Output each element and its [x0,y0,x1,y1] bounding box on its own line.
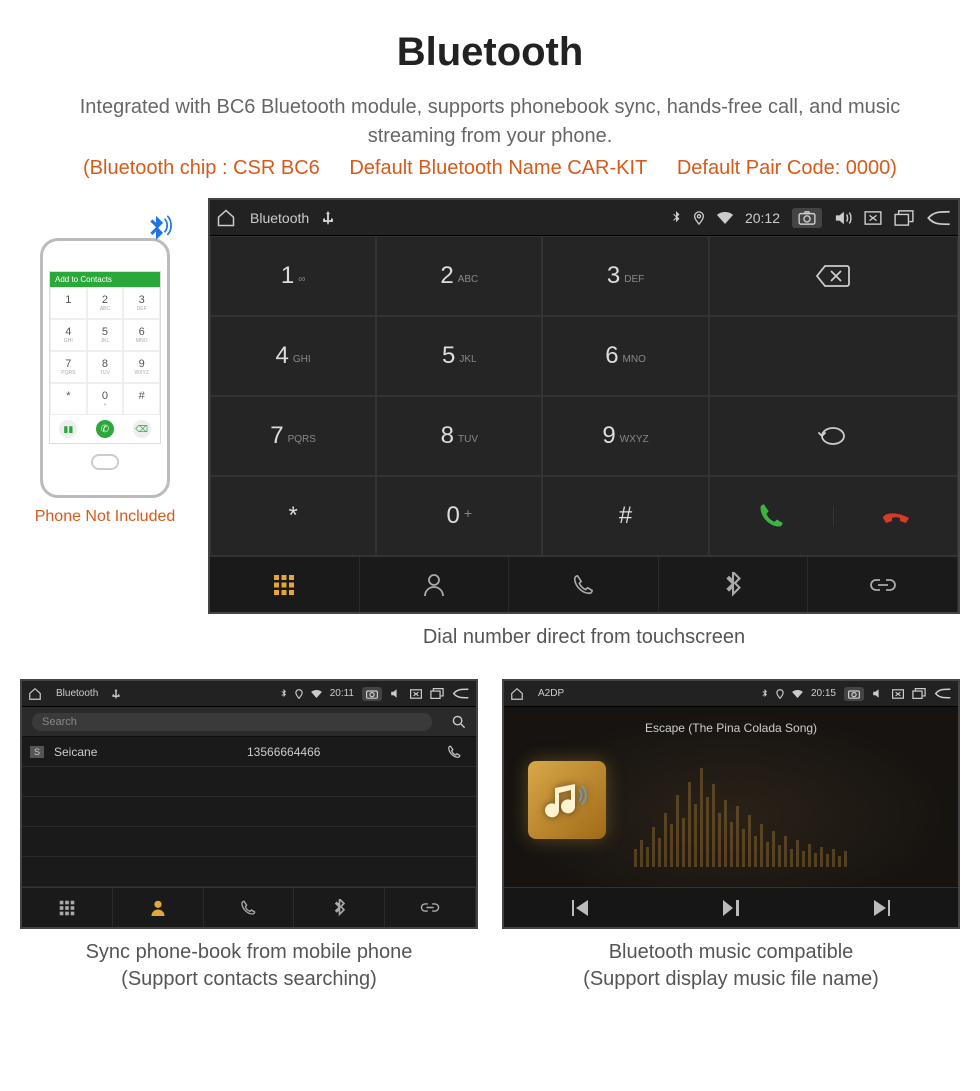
clock-label: 20:12 [745,210,780,226]
dialer-title: Bluetooth [250,210,309,226]
dialer-topbar: Bluetooth 20:12 [210,200,958,236]
home-icon[interactable] [216,208,236,228]
pb-tab-bluetooth[interactable] [294,888,385,927]
song-title: Escape (The Pina Colada Song) [504,721,958,735]
dialer-device: Bluetooth 20:12 1∞ 2ABC 3D [208,198,960,614]
prev-track-button[interactable] [504,888,655,927]
page-title: Bluetooth [0,0,980,93]
pb-location-icon [295,689,303,699]
dial-key-hash[interactable]: # [542,476,708,556]
phonebook-search-input[interactable]: Search [32,713,432,731]
music-caption: Bluetooth music compatible(Support displ… [502,929,960,1011]
volume-icon[interactable] [834,210,852,226]
spec-line: (Bluetooth chip : CSR BC6 Default Blueto… [0,151,980,198]
dial-key-4[interactable]: 4GHI [210,316,376,396]
location-icon [693,211,705,225]
backspace-button[interactable] [709,236,958,316]
dial-empty-1 [709,316,958,396]
pb-usb-icon [112,689,120,699]
next-track-button[interactable] [807,888,958,927]
contact-number: 13566664466 [247,745,440,759]
hangup-button[interactable] [833,506,957,526]
pb-tab-contacts[interactable] [113,888,204,927]
dial-key-1[interactable]: 1∞ [210,236,376,316]
phonebook-caption: Sync phone-book from mobile phone(Suppor… [20,929,478,1011]
dial-key-6[interactable]: 6MNO [542,316,708,396]
mu-back-icon[interactable] [934,688,952,699]
spec-code: Default Pair Code: 0000) [677,157,897,179]
recents-icon[interactable] [894,210,914,226]
mu-wifi-icon [792,690,803,698]
phone-mockup-column: Add to Contacts 1 2ABC3DEF 4GHI5JKL6MNO … [20,238,190,526]
tab-bluetooth[interactable] [659,557,809,612]
dial-key-5[interactable]: 5JKL [376,316,542,396]
wifi-icon [717,212,733,224]
pb-close-icon[interactable] [410,689,422,699]
dial-key-0[interactable]: 0+ [376,476,542,556]
search-icon[interactable] [442,715,476,729]
pb-screenshot-icon[interactable] [362,687,382,701]
mu-bt-status-icon [761,689,768,699]
phone-not-included-label: Phone Not Included [20,508,190,526]
screenshot-icon[interactable] [792,208,822,228]
music-visualizer: Escape (The Pina Colada Song) [504,707,958,887]
dial-pad: 1∞ 2ABC 3DEF 4GHI 5JKL 6MNO 7PQRS 8TUV 9… [210,236,958,556]
pb-recents-icon[interactable] [430,688,444,699]
contact-row[interactable]: S Seicane 13566664466 [22,737,476,767]
redial-button[interactable] [709,396,958,476]
usb-icon [323,211,333,225]
pb-volume-icon[interactable] [390,688,402,699]
album-art [528,761,606,839]
dial-key-2[interactable]: 2ABC [376,236,542,316]
music-device: A2DP 20:15 Escape (The Pina Colada Song) [502,679,960,929]
mu-recents-icon[interactable] [912,688,926,699]
dialer-nav-tabs [210,556,958,612]
tab-pair[interactable] [808,557,958,612]
tab-contacts[interactable] [360,557,510,612]
dial-key-3[interactable]: 3DEF [542,236,708,316]
call-contact-icon[interactable] [440,745,468,759]
pb-back-icon[interactable] [452,688,470,699]
pb-clock: 20:11 [330,688,354,699]
dialer-caption: Dial number direct from touchscreen [208,614,960,669]
dial-key-8[interactable]: 8TUV [376,396,542,476]
phonebook-device: Bluetooth 20:11 Search [20,679,478,929]
mu-home-icon[interactable] [510,687,524,701]
phone-device: Add to Contacts 1 2ABC3DEF 4GHI5JKL6MNO … [40,238,170,498]
mu-clock: 20:15 [811,688,836,699]
bluetooth-signal-icon [139,213,173,247]
close-app-icon[interactable] [864,211,882,225]
mu-title: A2DP [538,688,564,699]
dial-key-7[interactable]: 7PQRS [210,396,376,476]
contact-tag: S [30,746,44,758]
mu-volume-icon[interactable] [872,688,884,699]
dial-key-9[interactable]: 9WXYZ [542,396,708,476]
spec-name: Default Bluetooth Name CAR-KIT [349,157,647,179]
pb-tab-pair[interactable] [385,888,476,927]
play-pause-button[interactable] [655,888,806,927]
bluetooth-status-icon [671,211,681,225]
phone-screen-header: Add to Contacts [50,272,160,287]
spec-chip: (Bluetooth chip : CSR BC6 [83,157,320,179]
pb-home-icon[interactable] [28,687,42,701]
mu-screenshot-icon[interactable] [844,687,864,701]
tab-keypad[interactable] [210,557,360,612]
page-subtitle: Integrated with BC6 Bluetooth module, su… [0,93,980,151]
pb-tab-recents[interactable] [204,888,295,927]
pb-tab-keypad[interactable] [22,888,113,927]
pb-title: Bluetooth [56,688,98,699]
call-button[interactable] [710,502,834,530]
pb-wifi-icon [311,690,322,698]
mu-location-icon [776,689,784,699]
phone-home-button [91,454,119,470]
pb-bt-status-icon [280,689,287,699]
tab-recents[interactable] [509,557,659,612]
back-icon[interactable] [926,210,952,226]
dial-key-star[interactable]: * [210,476,376,556]
contact-name: Seicane [54,745,247,759]
mu-close-icon[interactable] [892,689,904,699]
